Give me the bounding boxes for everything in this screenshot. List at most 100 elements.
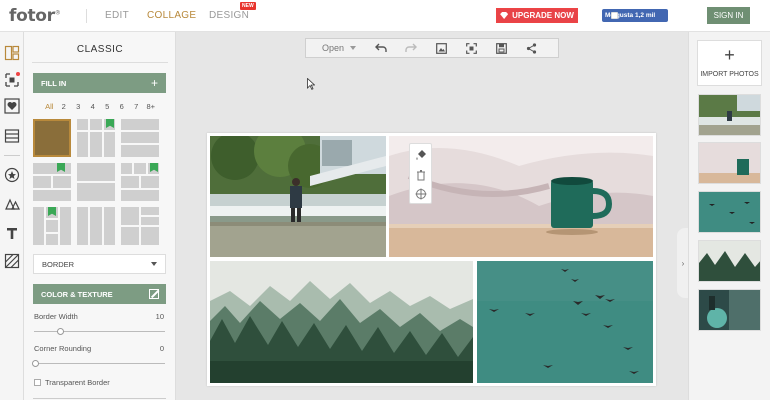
rail-separator xyxy=(4,155,20,156)
photo-slot-forest[interactable] xyxy=(210,261,473,383)
corner-rounding-label: Corner Rounding xyxy=(34,344,92,353)
redo-icon xyxy=(405,43,417,52)
layout-option[interactable] xyxy=(121,163,159,201)
filter-3[interactable]: 3 xyxy=(71,102,86,111)
chevron-down-icon xyxy=(151,262,157,266)
transparent-border-label: Transparent Border xyxy=(45,378,110,387)
photo-slot-river[interactable] xyxy=(210,136,386,257)
shapes-icon[interactable] xyxy=(4,196,20,212)
panel-divider xyxy=(32,62,168,63)
open-label: Open xyxy=(322,43,345,53)
border-width-label: Border Width xyxy=(34,312,78,321)
texture-icon[interactable] xyxy=(149,289,159,299)
paint-bucket-icon[interactable] xyxy=(415,149,427,161)
birds-photo xyxy=(477,261,653,383)
fill-in-label: FILL IN xyxy=(41,78,67,88)
save-icon xyxy=(495,42,507,54)
photo-thumbnail[interactable] xyxy=(698,240,761,282)
diamond-icon xyxy=(500,12,509,19)
top-bar: fotor® EDIT COLLAGE DESIGN NEW UPGRADE N… xyxy=(0,0,770,32)
new-badge: NEW xyxy=(240,2,256,10)
filter-4[interactable]: 4 xyxy=(86,102,101,111)
fill-in-bar[interactable]: FILL IN + xyxy=(33,73,166,93)
photo-thumbnail[interactable] xyxy=(698,142,761,184)
mouse-cursor-icon xyxy=(307,78,315,90)
layout-option[interactable] xyxy=(77,207,115,245)
border-width-knob[interactable] xyxy=(57,328,64,335)
nav-design[interactable]: DESIGN xyxy=(209,10,249,21)
corner-rounding-value: 0 xyxy=(159,344,164,353)
filter-2[interactable]: 2 xyxy=(57,102,72,111)
chevron-down-icon xyxy=(350,46,357,50)
layout-option[interactable] xyxy=(77,119,115,157)
color-texture-label: COLOR & TEXTURE xyxy=(41,289,113,299)
crosshair-icon[interactable] xyxy=(415,188,427,200)
fit-screen-button[interactable] xyxy=(456,39,486,57)
template-icon[interactable] xyxy=(4,45,20,61)
corner-rounding-knob[interactable] xyxy=(32,360,39,367)
river-photo xyxy=(210,136,386,257)
import-photos-label: IMPORT PHOTOS xyxy=(700,71,759,78)
image-resize-button[interactable] xyxy=(426,39,456,57)
filter-8-plus[interactable]: 8+ xyxy=(144,102,159,111)
forest-photo xyxy=(210,261,473,383)
layout-icon[interactable] xyxy=(4,128,20,144)
layout-option[interactable] xyxy=(121,119,159,157)
color-texture-bar[interactable]: COLOR & TEXTURE xyxy=(33,284,166,304)
filter-5[interactable]: 5 xyxy=(100,102,115,111)
panel-title: CLASSIC xyxy=(76,44,124,55)
filter-7[interactable]: 7 xyxy=(129,102,144,111)
open-dropdown[interactable]: Open xyxy=(306,43,366,53)
plus-icon: + xyxy=(724,45,735,65)
upgrade-button[interactable]: UPGRADE NOW xyxy=(496,8,578,23)
photos-panel: + IMPORT PHOTOS xyxy=(688,32,770,400)
photo-slot-birds[interactable] xyxy=(477,261,653,383)
filter-all[interactable]: All xyxy=(42,102,57,111)
undo-icon xyxy=(375,43,387,52)
border-width-value: 10 xyxy=(155,312,164,321)
layout-option[interactable] xyxy=(121,207,159,245)
nav-divider xyxy=(86,9,87,23)
corner-rounding-slider[interactable] xyxy=(34,363,165,364)
count-filter-row: All 2 3 4 5 6 7 8+ xyxy=(42,102,158,111)
layout-option[interactable] xyxy=(33,207,71,245)
stitch-icon[interactable] xyxy=(4,72,20,88)
nav-collage[interactable]: COLLAGE xyxy=(147,10,196,21)
fit-icon xyxy=(465,42,477,54)
redo-button[interactable] xyxy=(396,39,426,57)
facebook-like-button[interactable]: Me gusta 1,2 mil xyxy=(602,9,668,22)
border-select[interactable]: BORDER xyxy=(33,254,166,274)
border-width-slider[interactable] xyxy=(34,331,165,332)
undo-button[interactable] xyxy=(366,39,396,57)
photo-thumbnail[interactable] xyxy=(698,191,761,233)
thumbs-up-icon xyxy=(611,12,618,19)
import-photos-button[interactable]: + IMPORT PHOTOS xyxy=(697,40,762,86)
photo-thumbnail[interactable] xyxy=(698,94,761,136)
pattern-icon[interactable] xyxy=(4,253,20,269)
nav-edit[interactable]: EDIT xyxy=(105,10,129,21)
fotor-logo[interactable]: fotor® xyxy=(9,6,61,26)
image-resize-icon xyxy=(435,42,447,54)
text-icon[interactable] xyxy=(4,225,20,241)
photo-tools-popover xyxy=(409,143,432,204)
plus-icon[interactable]: + xyxy=(151,76,158,90)
layout-option[interactable] xyxy=(33,163,71,201)
heart-icon[interactable] xyxy=(4,98,20,114)
upgrade-label: UPGRADE NOW xyxy=(512,11,574,20)
editor-toolbar: Open xyxy=(305,38,559,58)
sign-in-button[interactable]: SIGN IN xyxy=(707,7,750,24)
share-button[interactable] xyxy=(516,39,546,57)
trash-icon[interactable] xyxy=(415,169,427,181)
filter-6[interactable]: 6 xyxy=(115,102,130,111)
layout-option[interactable] xyxy=(77,163,115,201)
star-icon[interactable] xyxy=(4,167,20,183)
share-icon xyxy=(526,42,536,54)
save-button[interactable] xyxy=(486,39,516,57)
border-select-value: BORDER xyxy=(42,259,75,269)
photo-thumbnail[interactable] xyxy=(698,289,761,331)
transparent-border-checkbox[interactable] xyxy=(34,379,41,386)
panel-bottom-divider xyxy=(33,398,166,399)
tool-rail xyxy=(0,32,24,400)
layout-option[interactable] xyxy=(33,119,71,157)
collage-panel: CLASSIC FILL IN + All 2 3 4 5 6 7 8+ BOR… xyxy=(24,32,176,400)
